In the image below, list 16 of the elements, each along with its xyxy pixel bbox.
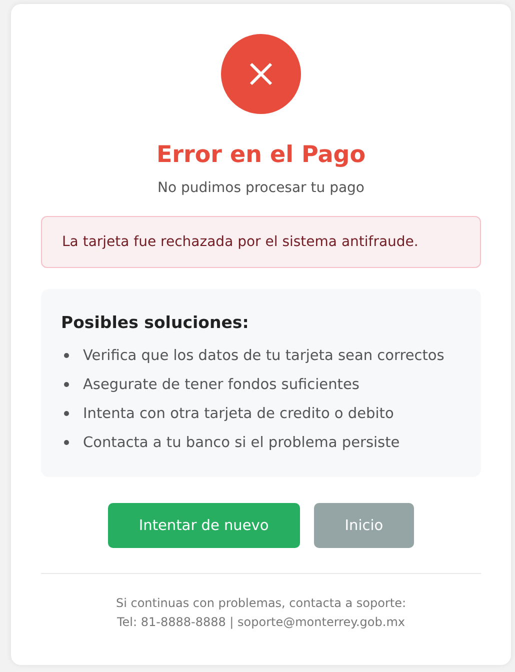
alert-message: La tarjeta fue rechazada por el sistema antifraude. xyxy=(41,216,481,268)
solution-item: Contacta a tu banco si el problema persiste xyxy=(83,434,400,450)
support-text: Tel: 81-8888-8888 | soporte@monterrey.gob.mx xyxy=(116,614,405,631)
status-title: Error en el Pago xyxy=(156,141,366,170)
retry-button[interactable]: Intentar de nuevo xyxy=(108,503,300,548)
solution-item: Intenta con otra tarjeta de credito o debito xyxy=(83,406,394,422)
home-button[interactable]: Inicio xyxy=(314,503,414,548)
support-text: Si continuas con problemas, contacta a soporte: xyxy=(116,595,406,612)
status-subtitle: No pudimos procesar tu pago xyxy=(158,179,364,198)
solution-item: Asegurate de tener fondos suficientes xyxy=(83,376,360,392)
solutions-heading: Posibles soluciones: xyxy=(61,312,250,334)
solution-item: Verifica que los datos de tu tarjeta sean correctos xyxy=(83,348,444,364)
bullet-icon xyxy=(64,353,69,358)
bullet-icon xyxy=(64,382,69,387)
bullet-icon xyxy=(64,411,69,416)
bullet-icon xyxy=(64,440,69,445)
